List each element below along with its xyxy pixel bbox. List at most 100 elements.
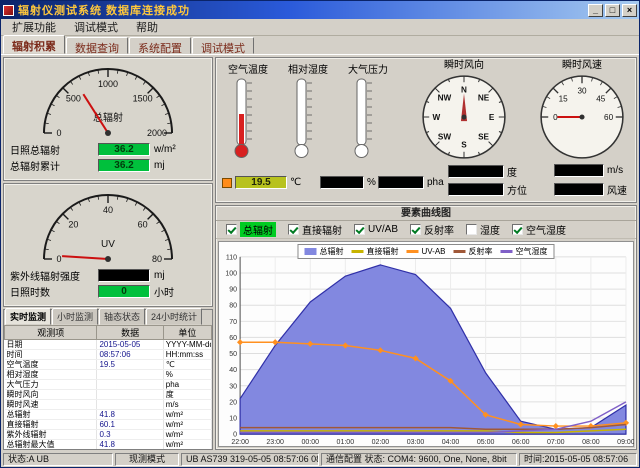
uv-panel: 020406080UV 紫外线辐射强度 mj 日照时数 0 小时 [3, 183, 213, 307]
svg-text:23:00: 23:00 [266, 439, 284, 446]
menu-item-1[interactable]: 扩展功能 [3, 18, 65, 36]
legend-swatch-icon [454, 250, 466, 253]
svg-text:N: N [461, 85, 467, 94]
sunshine-hours-label: 日照时数 [10, 284, 94, 299]
series-toggle-1[interactable]: 总辐射 [226, 222, 276, 237]
daily-total-radiation-display: 36.2 [98, 143, 150, 156]
table-cell: 时间 [5, 350, 97, 360]
series-checkbox-row: 总辐射 直接辐射 UV/AB 反射率 湿度空气湿度 [216, 221, 636, 239]
table-cell: w/m² [163, 430, 211, 440]
svg-text:2000: 2000 [147, 128, 167, 138]
wind-speed-ms-unit: m/s [607, 165, 623, 176]
svg-text:80: 80 [152, 254, 162, 264]
menu-item-3[interactable]: 帮助 [127, 18, 167, 36]
legend-item: 反射率 [454, 246, 493, 257]
temperature-display: 19.5 [235, 176, 287, 189]
minimize-button[interactable]: _ [588, 4, 603, 17]
series-toggle-5[interactable]: 湿度 [466, 222, 500, 237]
table-row[interactable]: 瞬时风速m/s [5, 400, 212, 410]
data-subtab-4[interactable]: 24小时统计 [146, 308, 202, 325]
daily-total-radiation-row: 日照总辐射 36.2 w/m² [6, 141, 210, 157]
tab-4[interactable]: 调试模式 [192, 37, 254, 54]
svg-text:20: 20 [229, 399, 237, 406]
legend-item: 直接辐射 [351, 246, 398, 257]
close-button[interactable]: × [622, 4, 637, 17]
table-row[interactable]: 总辐射最大值41.8w/m² [5, 440, 212, 450]
sunshine-hours-unit: 小时 [154, 284, 174, 299]
table-cell: 空气温度 [5, 360, 97, 370]
wind-direction-compass-display [448, 183, 504, 196]
table-cell: 41.8 [97, 410, 163, 420]
svg-text:50: 50 [229, 351, 237, 358]
svg-text:0: 0 [56, 128, 61, 138]
table-header-row: 观测项数据单位 [5, 326, 212, 340]
legend-item: UV-AB [406, 247, 445, 256]
uv-gauge: 020406080UV [6, 185, 210, 267]
sunshine-hours-display: 0 [98, 285, 150, 298]
table-row[interactable]: 大气压力pha [5, 380, 212, 390]
data-subtab-1[interactable]: 实时监测 [5, 308, 51, 325]
svg-text:NE: NE [478, 94, 490, 103]
checkbox-icon[interactable] [354, 224, 365, 235]
wind-speed-dial: 015304560 [537, 72, 627, 162]
wind-direction-deg-unit: 度 [507, 164, 517, 179]
tab-1[interactable]: 辐射积累 [3, 35, 65, 54]
table-cell: 总辐射 [5, 410, 97, 420]
temperature-swatch-icon [222, 178, 232, 188]
table-cell: 瞬时风速 [5, 400, 97, 410]
svg-text:0: 0 [553, 113, 558, 122]
menu-item-2[interactable]: 调试模式 [65, 18, 127, 36]
checkbox-label: 湿度 [480, 222, 500, 237]
series-toggle-6[interactable]: 空气湿度 [512, 222, 566, 237]
table-row[interactable]: 日期2015-05-05YYYY-MM-dd [5, 340, 212, 350]
table-row[interactable]: 直接辐射60.1w/m² [5, 420, 212, 430]
data-subtab-2[interactable]: 小时监测 [52, 308, 98, 325]
svg-text:500: 500 [66, 93, 81, 103]
table-row[interactable]: 相对湿度% [5, 370, 212, 380]
maximize-button[interactable]: □ [605, 4, 620, 17]
measurement-table-wrap: 观测项数据单位 日期2015-05-05YYYY-MM-dd时间08:57:06… [4, 325, 212, 449]
status-segment-5: 时间:2015-05-05 08:57:06 [519, 453, 637, 466]
legend-swatch-icon [406, 250, 418, 253]
table-row[interactable]: 紫外线辐射0.3w/m² [5, 430, 212, 440]
svg-text:40: 40 [103, 205, 113, 215]
svg-text:80: 80 [229, 303, 237, 310]
data-subtab-3[interactable]: 轴态状态 [99, 308, 145, 325]
svg-text:1000: 1000 [98, 79, 118, 89]
checkbox-label: 直接辐射 [302, 222, 342, 237]
series-toggle-2[interactable]: 直接辐射 [288, 222, 342, 237]
chart-area: 010203040506070809010011022:0023:0000:00… [218, 241, 634, 447]
tabbar: 辐射积累数据查询系统配置调试模式 [1, 36, 639, 55]
series-toggle-4[interactable]: 反射率 [410, 222, 454, 237]
table-row[interactable]: 瞬时风向度 [5, 390, 212, 400]
svg-text:00:00: 00:00 [301, 439, 319, 446]
chart-title: 要素曲线图 [216, 206, 636, 221]
measurement-table: 观测项数据单位 日期2015-05-05YYYY-MM-dd时间08:57:06… [4, 325, 212, 449]
table-row[interactable]: 总辐射41.8w/m² [5, 410, 212, 420]
wind-speed-box: 瞬时风速 015304560 [530, 59, 634, 162]
data-subtabs: 实时监测小时监测轴态状态24小时统计 [4, 310, 212, 325]
wind-direction-box: 瞬时风向 NNEESESSWWNW [412, 59, 516, 162]
wind-speed-alt-readout: 风速 [554, 182, 627, 197]
svg-text:20: 20 [68, 219, 78, 229]
table-row[interactable]: 时间08:57:06HH:mm:ss [5, 350, 212, 360]
right-column: 空气温度 相对湿度 大气压力 瞬时风向 NNEESESSWWNW 瞬时风速 01… [215, 57, 637, 450]
tab-3[interactable]: 系统配置 [129, 37, 191, 54]
series-toggle-3[interactable]: UV/AB [354, 224, 398, 235]
checkbox-icon[interactable] [466, 224, 477, 235]
svg-text:15: 15 [559, 94, 569, 103]
checkbox-icon[interactable] [288, 224, 299, 235]
tab-2[interactable]: 数据查询 [66, 37, 128, 54]
uv-intensity-label: 紫外线辐射强度 [10, 268, 94, 283]
uv-intensity-row: 紫外线辐射强度 mj [6, 267, 210, 283]
checkbox-icon[interactable] [226, 224, 237, 235]
total-radiation-accum-unit: mj [154, 160, 165, 171]
pressure-tube [350, 75, 376, 161]
table-row[interactable]: 空气温度19.5℃ [5, 360, 212, 370]
checkbox-icon[interactable] [410, 224, 421, 235]
legend-swatch-icon [304, 248, 316, 255]
table-cell: 度 [163, 390, 211, 400]
checkbox-icon[interactable] [512, 224, 523, 235]
pressure-label: 大气压力 [348, 61, 388, 76]
legend-swatch-icon [351, 250, 363, 253]
